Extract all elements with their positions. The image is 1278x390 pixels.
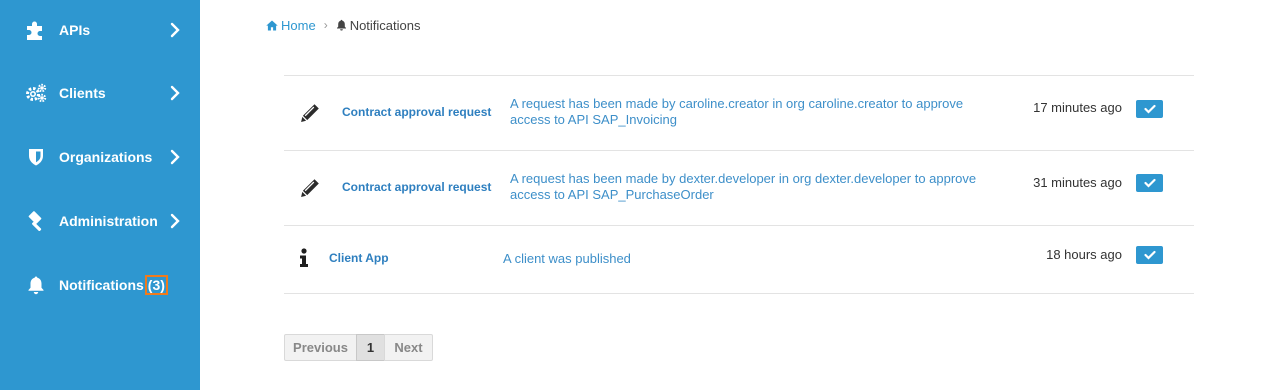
sidebar-item-label: Notifications (3) bbox=[59, 275, 168, 295]
chevron-right-icon bbox=[169, 85, 181, 101]
sidebar-item-apis[interactable]: APIs bbox=[0, 10, 200, 50]
breadcrumb-home-link[interactable]: Home bbox=[266, 18, 316, 33]
bell-icon bbox=[25, 274, 47, 296]
notification-time: 17 minutes ago bbox=[1033, 100, 1122, 115]
table-divider bbox=[284, 293, 1194, 294]
bell-icon bbox=[336, 19, 346, 31]
sidebar-item-clients[interactable]: Clients bbox=[0, 73, 200, 113]
sidebar-item-label: APIs bbox=[59, 22, 91, 38]
breadcrumb: Home › Notifications bbox=[266, 16, 421, 34]
table-divider bbox=[284, 225, 1194, 226]
notification-count-badge: (3) bbox=[144, 275, 168, 295]
sidebar-item-label: Clients bbox=[59, 85, 106, 101]
cogs-icon bbox=[25, 82, 47, 104]
breadcrumb-current: Notifications bbox=[336, 18, 421, 33]
notification-type-link[interactable]: Contract approval request bbox=[342, 105, 491, 119]
notification-message-link[interactable]: A request has been made by caroline.crea… bbox=[510, 96, 990, 128]
chevron-right-icon bbox=[169, 213, 181, 229]
notification-time: 31 minutes ago bbox=[1033, 175, 1122, 190]
notifications-label: Notifications bbox=[59, 277, 144, 293]
notification-type-link[interactable]: Client App bbox=[329, 251, 389, 265]
sidebar-item-label: Organizations bbox=[59, 149, 153, 165]
check-icon bbox=[1143, 250, 1156, 260]
shield-icon bbox=[25, 146, 47, 168]
sidebar-item-label: Administration bbox=[59, 213, 158, 229]
table-divider bbox=[284, 150, 1194, 151]
sidebar: APIs Clients Organizations Administratio… bbox=[0, 0, 200, 390]
pagination-next-button[interactable]: Next bbox=[384, 334, 433, 361]
breadcrumb-current-label: Notifications bbox=[349, 17, 421, 33]
notification-type-link[interactable]: Contract approval request bbox=[342, 180, 491, 194]
mark-read-button[interactable] bbox=[1136, 246, 1163, 264]
puzzle-icon bbox=[25, 19, 47, 41]
table-divider bbox=[284, 75, 1194, 76]
sidebar-item-notifications[interactable]: Notifications (3) bbox=[0, 265, 200, 305]
pagination: Previous 1 Next bbox=[284, 334, 433, 361]
pagination-previous-button[interactable]: Previous bbox=[284, 334, 357, 361]
notification-time: 18 hours ago bbox=[1046, 247, 1122, 262]
breadcrumb-separator: › bbox=[323, 18, 328, 32]
sidebar-item-administration[interactable]: Administration bbox=[0, 201, 200, 241]
pencil-icon bbox=[298, 101, 322, 125]
check-icon bbox=[1143, 104, 1156, 114]
check-icon bbox=[1143, 178, 1156, 188]
pencil-icon bbox=[298, 176, 322, 200]
notification-message-link[interactable]: A client was published bbox=[503, 251, 983, 267]
sidebar-item-organizations[interactable]: Organizations bbox=[0, 137, 200, 177]
mark-read-button[interactable] bbox=[1136, 100, 1163, 118]
info-icon bbox=[296, 247, 312, 269]
chevron-right-icon bbox=[169, 22, 181, 38]
home-icon bbox=[266, 20, 278, 30]
notification-message-link[interactable]: A request has been made by dexter.develo… bbox=[510, 171, 990, 203]
gavel-icon bbox=[25, 210, 47, 232]
chevron-right-icon bbox=[169, 149, 181, 165]
pagination-page-1[interactable]: 1 bbox=[356, 334, 385, 361]
breadcrumb-home-label: Home bbox=[281, 17, 316, 33]
mark-read-button[interactable] bbox=[1136, 174, 1163, 192]
